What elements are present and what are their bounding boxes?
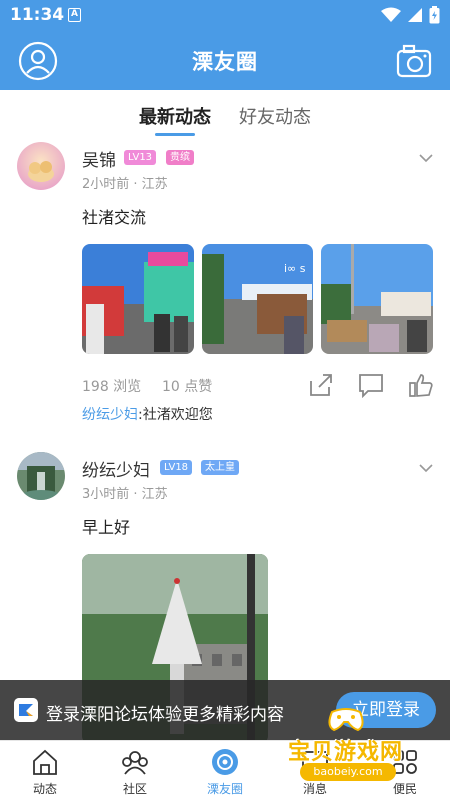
post-card[interactable]: 吴锦 LV13 贵缤 2小时前 · 江苏 社渚交流 i∞ s 198 浏览 10… <box>0 136 450 436</box>
signal-icon <box>408 8 422 22</box>
avatar[interactable] <box>17 142 65 190</box>
title-badge: 太上皇 <box>201 460 239 475</box>
login-prompt: 登录溧阳论坛体验更多精彩内容 <box>46 705 284 725</box>
notification-icon: A <box>68 8 81 22</box>
post-photo[interactable] <box>82 244 194 354</box>
tab-friends[interactable]: 好友动态 <box>239 90 311 136</box>
site-watermark: 宝贝游戏网 baobeiy.com <box>280 700 440 800</box>
level-badge: LV13 <box>124 150 157 165</box>
post-photo[interactable]: i∞ s <box>202 244 313 354</box>
nav-item-community[interactable]: 社区 <box>90 741 180 800</box>
share-icon[interactable] <box>308 372 334 398</box>
post-likes: 10 点赞 <box>162 379 213 395</box>
like-icon[interactable] <box>408 372 434 398</box>
post-meta: 3小时前 · 江苏 <box>82 487 168 502</box>
post-text: 早上好 <box>82 518 131 537</box>
level-badge: LV18 <box>160 460 193 475</box>
comment-icon[interactable] <box>358 372 384 398</box>
forum-logo-icon <box>14 698 38 722</box>
feed-tabs: 最新动态 好友动态 <box>0 90 450 136</box>
tab-latest-label: 最新动态 <box>139 107 211 128</box>
nav-label: 社区 <box>122 782 147 796</box>
status-bar: 11:34 A <box>0 0 450 32</box>
camera-icon[interactable] <box>396 43 432 79</box>
app-bar: 溧友圈 <box>0 32 450 90</box>
chevron-down-icon[interactable] <box>418 150 434 166</box>
status-time: 11:34 <box>10 5 65 25</box>
tab-friends-label: 好友动态 <box>239 107 311 128</box>
watermark-url: baobeiy.com <box>300 763 396 781</box>
wifi-icon <box>381 7 401 22</box>
title-badge: 贵缤 <box>166 150 194 165</box>
page-title: 溧友圈 <box>192 50 258 74</box>
system-icons <box>381 6 440 24</box>
nav-item-circle[interactable]: 溧友圈 <box>180 741 270 800</box>
watermark-text: 宝贝游戏网 <box>288 740 404 765</box>
post-username[interactable]: 纷纭少妇 <box>82 456 150 481</box>
home-icon <box>33 749 57 775</box>
avatar[interactable] <box>17 452 65 500</box>
post-comment[interactable]: 纷纭少妇:社渚欢迎您 <box>82 404 213 424</box>
circle-icon <box>212 749 238 775</box>
comment-text: :社渚欢迎您 <box>138 407 213 423</box>
nav-label: 溧友圈 <box>206 782 243 796</box>
community-icon <box>122 751 148 775</box>
chevron-down-icon[interactable] <box>418 460 434 476</box>
post-actions <box>308 372 434 398</box>
battery-icon <box>429 6 440 24</box>
comment-author[interactable]: 纷纭少妇 <box>82 407 138 423</box>
post-username[interactable]: 吴锦 <box>82 146 116 171</box>
post-text: 社渚交流 <box>82 208 147 227</box>
post-photo[interactable] <box>321 244 433 354</box>
svg-text:i∞ s: i∞ s <box>284 262 306 275</box>
post-views: 198 浏览 <box>82 379 142 395</box>
nav-label: 动态 <box>32 782 57 796</box>
post-meta: 2小时前 · 江苏 <box>82 177 168 192</box>
gamepad-icon <box>328 708 364 732</box>
tab-latest[interactable]: 最新动态 <box>139 90 211 136</box>
nav-item-dynamic[interactable]: 动态 <box>0 741 90 800</box>
